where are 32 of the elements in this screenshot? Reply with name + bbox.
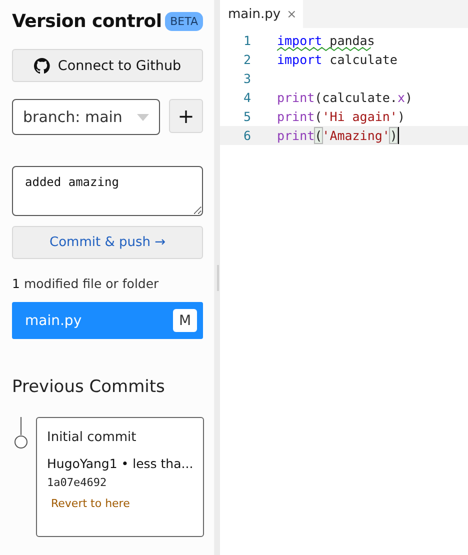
code-line: import pandas — [277, 33, 375, 48]
text-cursor — [397, 127, 400, 144]
beta-badge: BETA — [165, 12, 203, 30]
connect-button[interactable]: Connect to Github — [12, 49, 203, 82]
branch-select[interactable]: branch: main — [12, 99, 160, 135]
close-icon[interactable]: × — [286, 7, 297, 21]
line-number: 2 — [242, 52, 252, 67]
add-button[interactable]: + — [169, 99, 203, 133]
file-item[interactable]: main.py M — [12, 302, 203, 339]
status-badge: M — [173, 309, 197, 332]
editor-tab[interactable]: main.py × — [220, 0, 303, 28]
commit-author: HugoYang1 • less tha... — [47, 456, 194, 471]
line-number: 5 — [242, 109, 252, 124]
code-line: print('Amazing') — [277, 128, 398, 143]
commit-message: Initial commit — [47, 430, 138, 445]
line-number: 1 — [242, 33, 252, 48]
code-line: import calculate — [277, 52, 398, 67]
commit-push-button[interactable]: Commit & push → — [12, 226, 203, 259]
file-name: main.py — [25, 312, 82, 328]
code-line: print('Hi again') — [277, 109, 405, 124]
commit-message-field[interactable]: added amazing — [12, 166, 203, 216]
modified-count: 1 modified file or folder — [12, 276, 160, 291]
line-number: 3 — [242, 71, 252, 86]
code-line: print(calculate.x) — [277, 90, 412, 105]
revert-link[interactable]: Revert to here — [47, 497, 194, 510]
line-number: 4 — [242, 90, 252, 105]
caret-icon — [137, 114, 149, 120]
github-icon — [34, 58, 50, 74]
line-number: 6 — [242, 128, 252, 143]
commit-hash: 1a07e4692 — [47, 476, 108, 489]
section-title: Previous Commits — [12, 377, 166, 397]
panel-title: Version control — [12, 10, 162, 32]
